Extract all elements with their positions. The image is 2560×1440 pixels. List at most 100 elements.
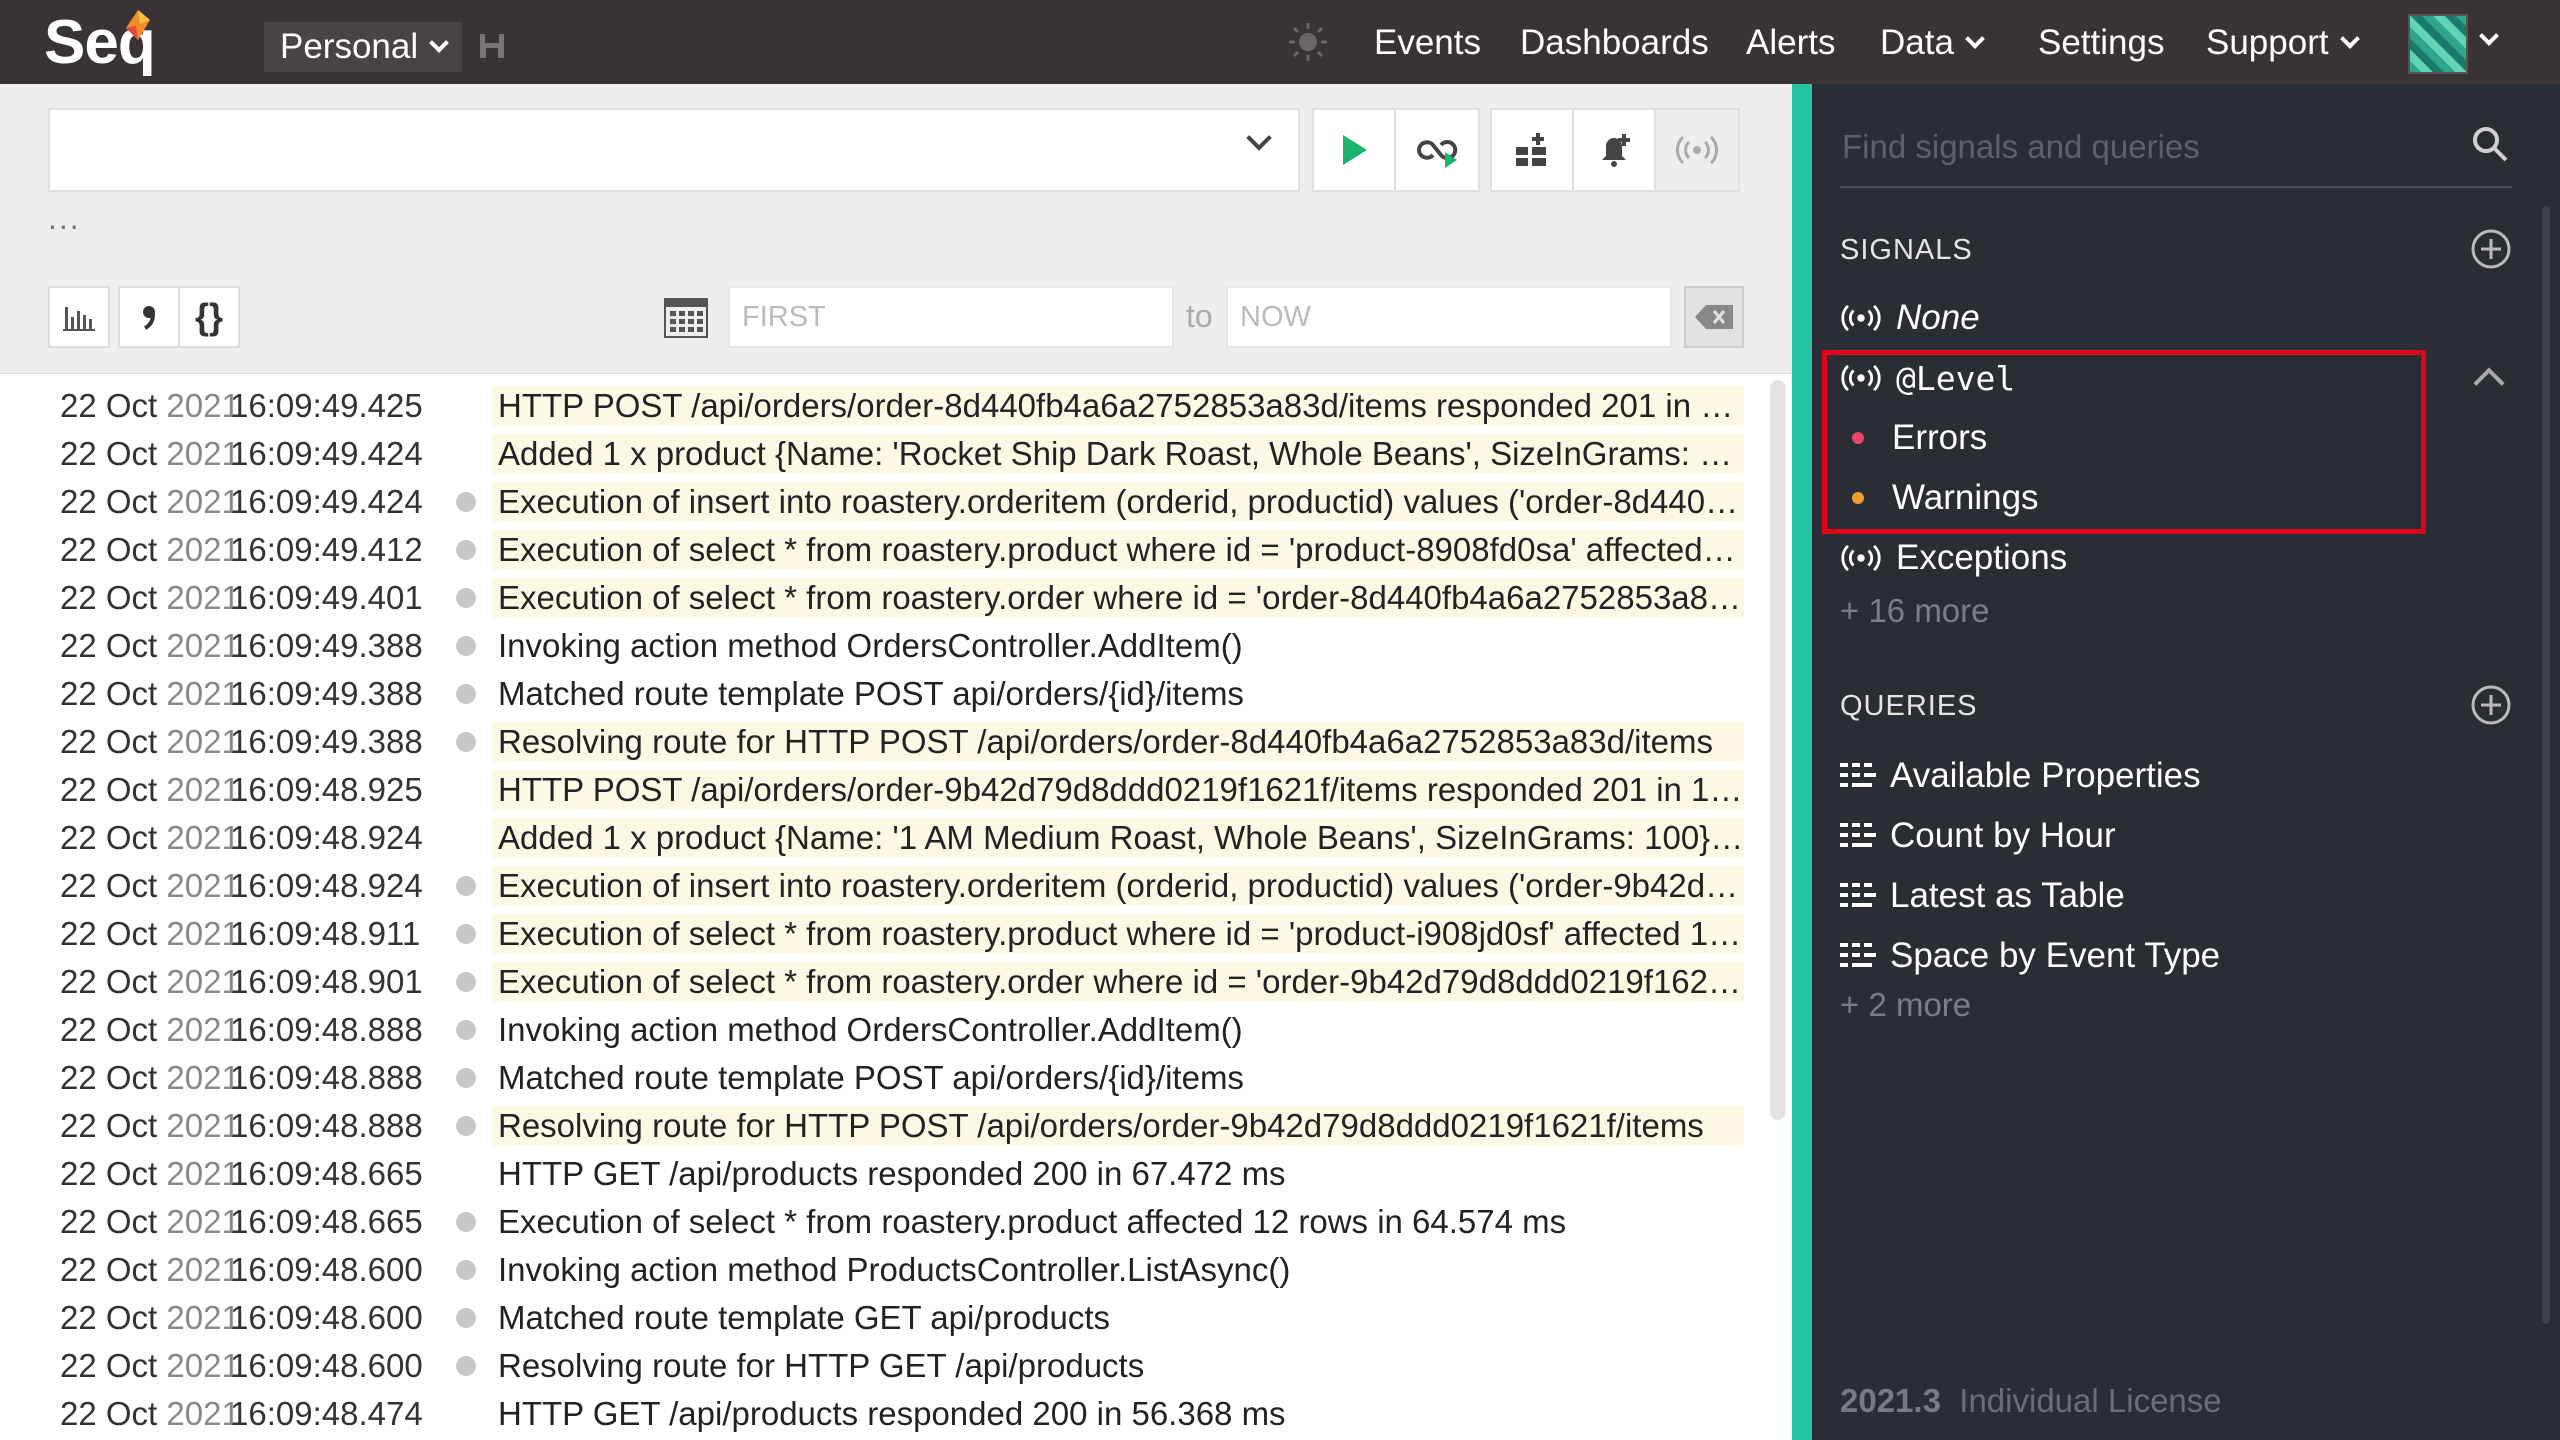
event-time: 16:09:48.924 [230, 819, 423, 856]
nav-alerts[interactable]: Alerts [1746, 20, 1835, 66]
query-label: Latest as Table [1890, 876, 2125, 915]
quote-icon [143, 306, 155, 330]
event-year: 2021 [166, 483, 240, 520]
histogram-toggle[interactable] [48, 286, 110, 348]
message-view-toggle[interactable] [118, 286, 180, 348]
event-row[interactable]: 22 Oct 2021 16:09:48.665 HTTP GET /api/pro… [0, 1150, 1770, 1198]
event-row[interactable]: 22 Oct 2021 16:09:49.412 Execution of sele… [0, 526, 1770, 574]
event-row[interactable]: 22 Oct 2021 16:09:48.888 Matched route tem… [0, 1054, 1770, 1102]
add-signal-button[interactable] [1656, 110, 1738, 190]
event-row[interactable]: 22 Oct 2021 16:09:49.388 Invoking action m… [0, 622, 1770, 670]
query-history-dropdown[interactable] [1246, 125, 1272, 152]
sidebar-scrollbar[interactable] [2542, 206, 2550, 1324]
event-row[interactable]: 22 Oct 2021 16:09:49.388 Matched route tem… [0, 670, 1770, 718]
search-icon[interactable] [2470, 124, 2510, 164]
user-avatar[interactable] [2408, 14, 2468, 74]
query-item[interactable]: Count by Hour [1840, 812, 2116, 860]
query-item[interactable]: Latest as Table [1840, 872, 2125, 920]
event-year: 2021 [166, 1251, 240, 1288]
event-row[interactable]: 22 Oct 2021 16:09:48.888 Invoking action m… [0, 1006, 1770, 1054]
version-info: 2021.3 Individual License [1840, 1382, 2222, 1420]
event-row[interactable]: 22 Oct 2021 16:09:48.600 Resolving route f… [0, 1342, 1770, 1390]
signal-none[interactable]: None [1840, 294, 1980, 342]
save-icon[interactable] [478, 32, 506, 60]
level-indicator [456, 876, 476, 896]
date-from-input[interactable]: FIRST [728, 286, 1174, 348]
event-row[interactable]: 22 Oct 2021 16:09:49.388 Resolving route f… [0, 718, 1770, 766]
chevron-down-icon [2479, 26, 2499, 46]
event-year: 2021 [166, 963, 240, 1000]
event-row[interactable]: 22 Oct 2021 16:09:48.600 Invoking action m… [0, 1246, 1770, 1294]
event-row[interactable]: 22 Oct 2021 16:09:48.665 Execution of sele… [0, 1198, 1770, 1246]
bar-chart-icon [63, 307, 95, 331]
event-row[interactable]: 22 Oct 2021 16:09:48.924 Execution of inse… [0, 862, 1770, 910]
event-time: 16:09:49.388 [230, 627, 423, 664]
queries-more-link[interactable]: + 2 more [1840, 986, 1971, 1024]
event-time: 16:09:48.924 [230, 867, 423, 904]
event-row[interactable]: 22 Oct 2021 16:09:48.474 HTTP GET /api/pro… [0, 1390, 1770, 1438]
nav-dashboards[interactable]: Dashboards [1520, 20, 1709, 66]
event-date: 22 Oct 2021 [60, 1155, 240, 1193]
nav-settings[interactable]: Settings [2038, 20, 2164, 66]
signal-exceptions-label: Exceptions [1896, 538, 2068, 577]
nav-events[interactable]: Events [1374, 20, 1481, 66]
event-message: Invoking action method OrdersController.… [498, 627, 1243, 664]
query-label: Count by Hour [1890, 816, 2116, 855]
level-indicator [456, 684, 476, 704]
theme-toggle-icon[interactable] [1286, 20, 1330, 64]
event-year: 2021 [166, 771, 240, 808]
signal-icon [1676, 135, 1718, 165]
event-row[interactable]: 22 Oct 2021 16:09:48.600 Matched route tem… [0, 1294, 1770, 1342]
event-row[interactable]: 22 Oct 2021 16:09:49.401 Execution of sele… [0, 574, 1770, 622]
event-year: 2021 [166, 387, 240, 424]
calendar-icon[interactable] [664, 298, 708, 338]
event-row[interactable]: 22 Oct 2021 16:09:48.901 Execution of sele… [0, 958, 1770, 1006]
query-input[interactable] [48, 108, 1300, 192]
event-row[interactable]: 22 Oct 2021 16:09:49.424 Execution of inse… [0, 478, 1770, 526]
event-list-scrollbar[interactable] [1770, 380, 1786, 1120]
event-year: 2021 [166, 627, 240, 664]
event-year: 2021 [166, 867, 240, 904]
event-date: 22 Oct 2021 [60, 579, 240, 617]
level-indicator [456, 1308, 476, 1328]
user-menu-chevron[interactable] [2479, 26, 2499, 48]
event-date: 22 Oct 2021 [60, 1059, 240, 1097]
chevron-down-icon [429, 33, 450, 53]
clear-date-button[interactable] [1684, 286, 1744, 348]
nav-data[interactable]: Data [1880, 20, 1985, 66]
signal-exceptions[interactable]: Exceptions [1840, 534, 2067, 582]
query-item[interactable]: Space by Event Type [1840, 932, 2220, 980]
add-to-dashboard-button[interactable] [1492, 110, 1574, 190]
query-label: Available Properties [1890, 756, 2201, 795]
event-time: 16:09:49.425 [230, 387, 423, 424]
query-item[interactable]: Available Properties [1840, 752, 2201, 800]
event-time: 16:09:48.600 [230, 1347, 423, 1384]
event-date: 22 Oct 2021 [60, 1107, 240, 1145]
event-row[interactable]: 22 Oct 2021 16:09:48.924 Added 1 x product… [0, 814, 1770, 862]
event-year: 2021 [166, 1299, 240, 1336]
json-view-toggle[interactable]: {} [178, 286, 240, 348]
nav-support[interactable]: Support [2206, 20, 2360, 66]
event-date: 22 Oct 2021 [60, 1203, 240, 1241]
event-day: 22 Oct [60, 963, 158, 1000]
queries-heading: QUERIES [1840, 690, 1978, 722]
workspace-selector[interactable]: Personal [264, 22, 463, 72]
workspace-label: Personal [280, 27, 419, 66]
event-row[interactable]: 22 Oct 2021 16:09:48.911 Execution of sele… [0, 910, 1770, 958]
event-date: 22 Oct 2021 [60, 723, 240, 761]
event-row[interactable]: 22 Oct 2021 16:09:49.425 HTTP POST /api/or… [0, 382, 1770, 430]
event-row[interactable]: 22 Oct 2021 16:09:48.925 HTTP POST /api/or… [0, 766, 1770, 814]
tail-button[interactable] [1396, 110, 1478, 190]
add-query-icon[interactable] [2470, 684, 2512, 726]
date-to-label: to [1186, 298, 1213, 334]
date-to-input[interactable]: NOW [1226, 286, 1672, 348]
event-row[interactable]: 22 Oct 2021 16:09:48.888 Resolving route f… [0, 1102, 1770, 1150]
event-day: 22 Oct [60, 723, 158, 760]
add-signal-icon[interactable] [2470, 228, 2512, 270]
run-query-button[interactable] [1314, 110, 1396, 190]
event-time: 16:09:49.424 [230, 435, 423, 472]
signals-more-link[interactable]: + 16 more [1840, 592, 1990, 630]
event-row[interactable]: 22 Oct 2021 16:09:49.424 Added 1 x product… [0, 430, 1770, 478]
add-alert-button[interactable] [1574, 110, 1656, 190]
event-time: 16:09:49.388 [230, 723, 423, 760]
